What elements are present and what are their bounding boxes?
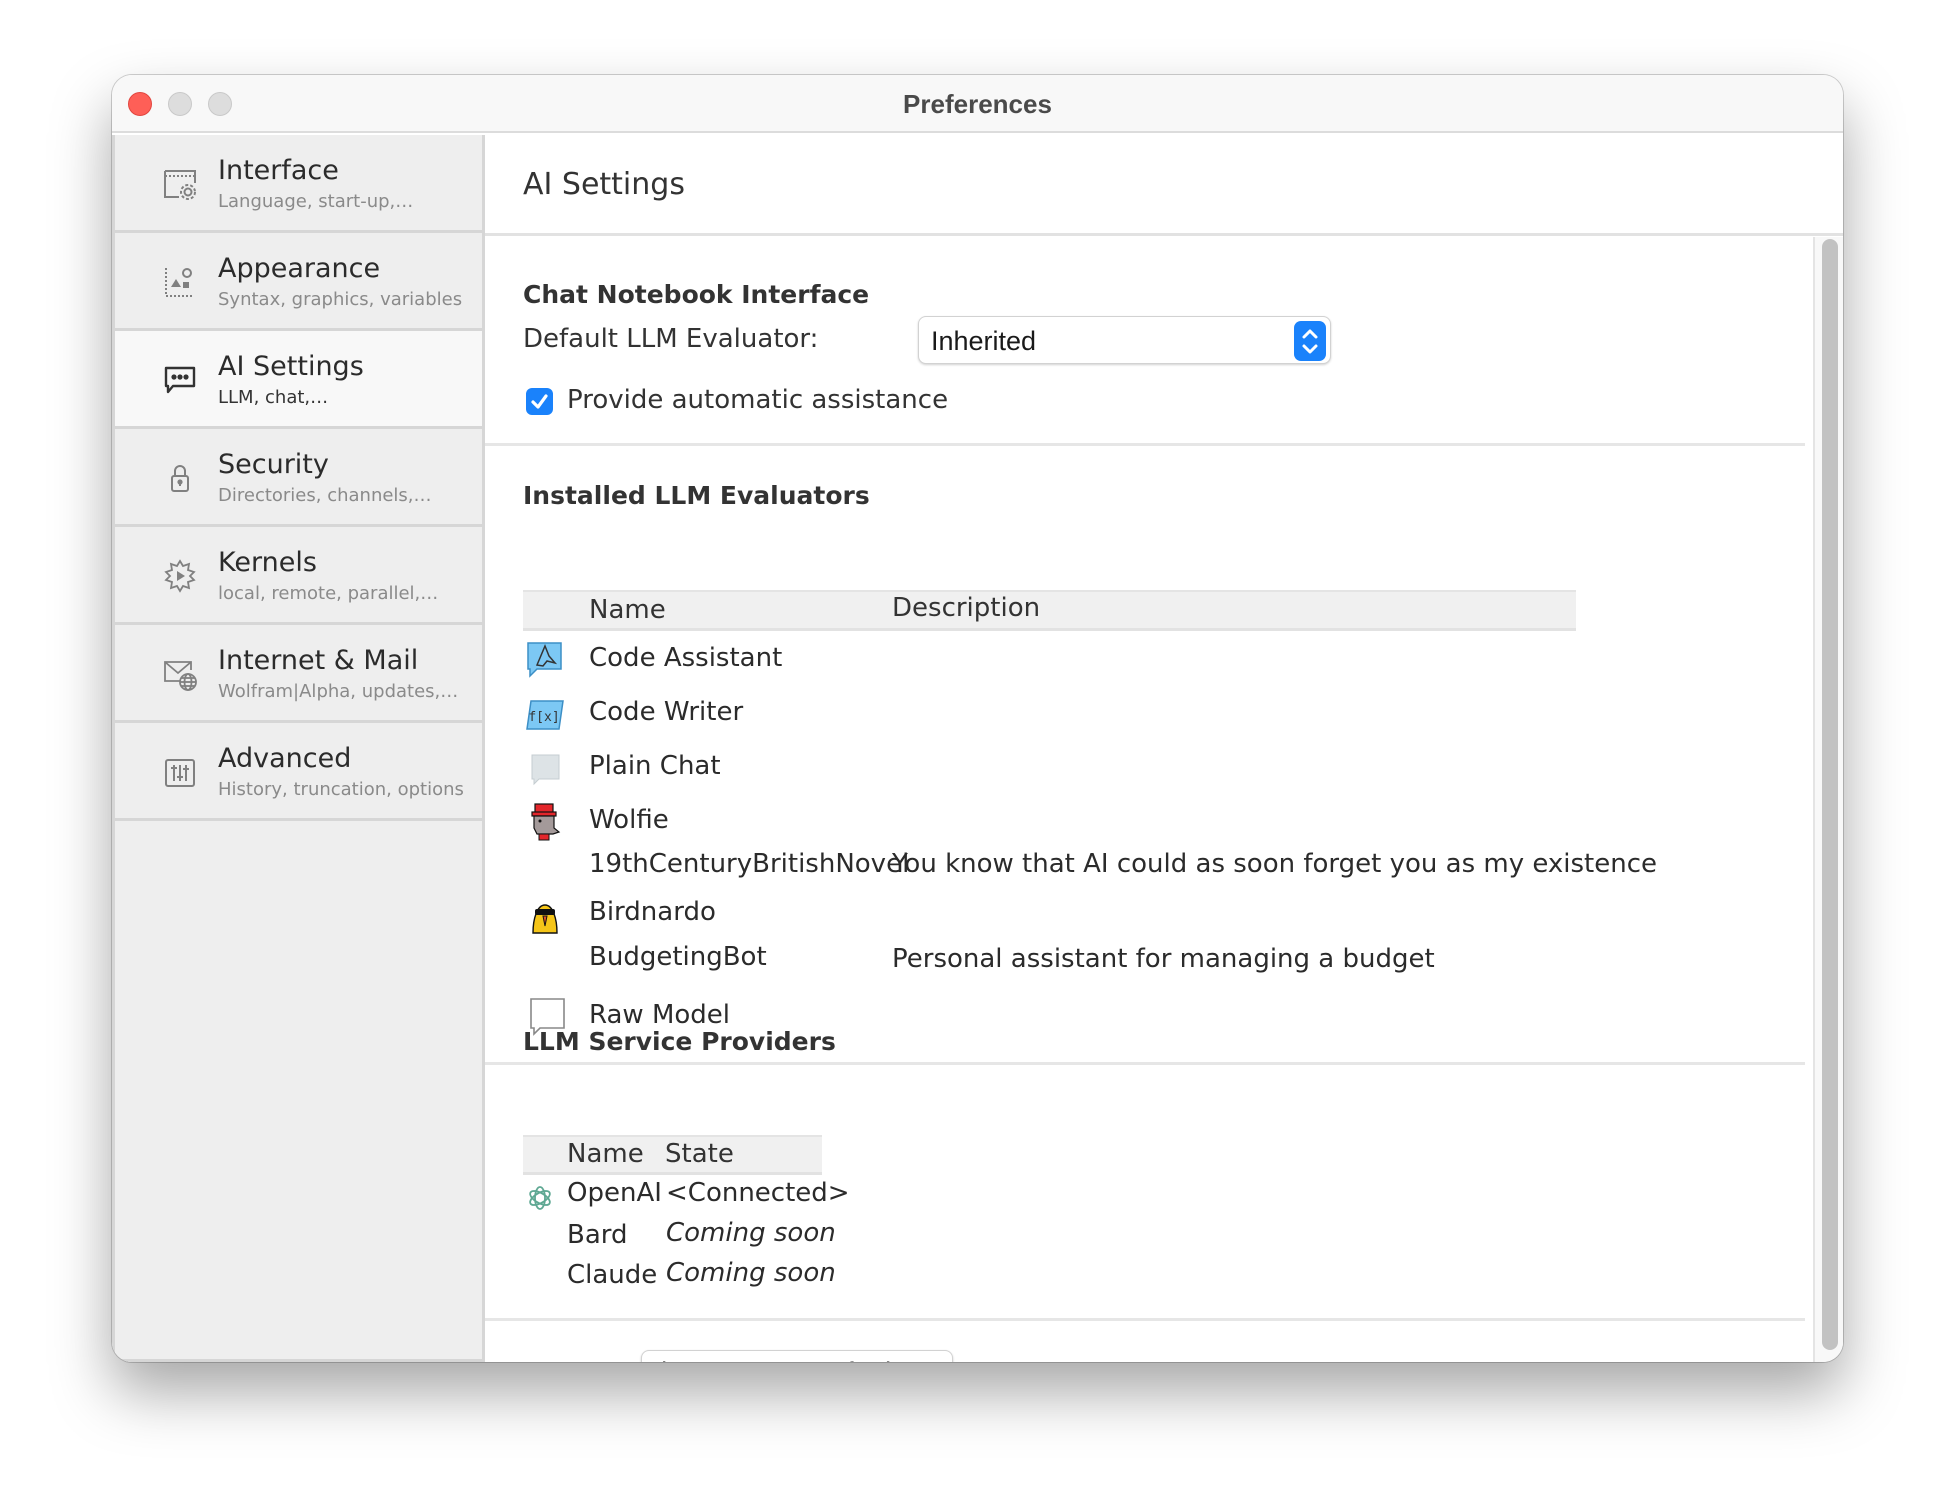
sidebar-item-subtitle: Wolfram|Alpha, updates,… <box>218 681 459 702</box>
providers-heading: LLM Service Providers <box>523 1027 836 1056</box>
evaluator-name: Birdnardo <box>589 897 716 927</box>
evaluator-name: Wolfie <box>589 805 669 835</box>
wolfie-icon <box>525 802 565 842</box>
sidebar-item-title: AI Settings <box>218 351 364 382</box>
graphics-shapes-icon <box>163 265 197 299</box>
evaluator-name: Code Assistant <box>589 643 783 673</box>
provider-state: Coming soon <box>666 1258 836 1288</box>
window-title: Preferences <box>903 89 1052 119</box>
column-header-name: Name <box>567 1139 644 1169</box>
sidebar-item-security[interactable]: Security Directories, channels,… <box>115 429 482 527</box>
evaluators-heading: Installed LLM Evaluators <box>523 481 870 510</box>
window-gear-icon <box>163 167 197 201</box>
checkmark-icon <box>531 394 548 409</box>
sidebar-item-subtitle: LLM, chat,… <box>218 387 329 408</box>
sliders-icon <box>163 755 197 789</box>
sidebar-item-subtitle: History, truncation, options <box>218 779 464 800</box>
code-writer-icon: f[x] <box>525 695 565 735</box>
evaluator-name: Code Writer <box>589 697 744 727</box>
sidebar-item-title: Interface <box>218 155 339 186</box>
provider-state: Coming soon <box>666 1218 836 1248</box>
evaluator-name: BudgetingBot <box>589 942 767 972</box>
chat-bubble-icon <box>163 363 197 397</box>
reset-arrow-icon <box>660 1359 686 1362</box>
sidebar-item-subtitle: Language, start-up,… <box>218 191 414 212</box>
section-divider <box>485 1318 1805 1321</box>
evaluator-description: Personal assistant for managing a budget <box>892 944 1435 974</box>
title-bar: Preferences <box>112 75 1843 133</box>
default-evaluator-dropdown[interactable]: Inherited <box>918 316 1331 364</box>
column-header-name: Name <box>589 595 666 625</box>
lock-icon <box>163 461 197 495</box>
evaluators-table-header: Name Description <box>523 590 1576 631</box>
sidebar-item-interface[interactable]: Interface Language, start-up,… <box>115 135 482 233</box>
section-divider <box>485 1062 1805 1065</box>
sidebar-item-subtitle: Directories, channels,… <box>218 485 432 506</box>
code-assistant-icon <box>525 640 565 680</box>
kernel-play-icon <box>163 559 197 593</box>
sidebar-item-advanced[interactable]: Advanced History, truncation, options <box>115 723 482 821</box>
reset-to-defaults-button[interactable]: Reset to Defaults… <box>641 1350 953 1362</box>
content-header: AI Settings <box>485 135 1843 236</box>
svg-text:f[x]: f[x] <box>528 710 559 725</box>
providers-table-header: Name State <box>523 1135 822 1175</box>
sidebar-item-title: Internet & Mail <box>218 645 419 676</box>
sidebar-item-title: Appearance <box>218 253 381 284</box>
sidebar-item-internet-mail[interactable]: Internet & Mail Wolfram|Alpha, updates,… <box>115 625 482 723</box>
mail-globe-icon <box>163 657 197 691</box>
openai-icon <box>524 1182 556 1214</box>
sidebar-item-title: Advanced <box>218 743 352 774</box>
column-header-description: Description <box>892 593 1041 623</box>
chevron-up-down-icon <box>1294 321 1326 361</box>
sidebar-item-title: Security <box>218 449 329 480</box>
auto-assist-label: Provide automatic assistance <box>567 385 949 415</box>
sidebar-item-ai-settings[interactable]: AI Settings LLM, chat,… <box>115 331 482 429</box>
provider-name: Claude <box>567 1260 658 1290</box>
section-divider <box>485 443 1805 446</box>
provider-name: OpenAI <box>567 1178 662 1208</box>
sidebar-item-subtitle: local, remote, parallel,… <box>218 583 439 604</box>
page-title: AI Settings <box>523 167 685 202</box>
evaluator-description: You know that AI could as soon forget yo… <box>892 849 1658 879</box>
evaluator-name: Raw Model <box>589 1000 731 1030</box>
provider-state: <Connected> <box>666 1178 850 1208</box>
reset-button-label: Reset to Defaults… <box>698 1357 941 1362</box>
preferences-window: Preferences Interface Language, start-up… <box>112 75 1843 1362</box>
settings-content: AI Settings Chat Notebook Interface Defa… <box>485 135 1843 1362</box>
plain-chat-icon <box>525 749 565 789</box>
sidebar: Interface Language, start-up,… Appearanc… <box>112 135 485 1362</box>
sidebar-item-title: Kernels <box>218 547 317 578</box>
sidebar-item-subtitle: Syntax, graphics, variables <box>218 289 463 310</box>
sidebar-item-kernels[interactable]: Kernels local, remote, parallel,… <box>115 527 482 625</box>
chat-notebook-heading: Chat Notebook Interface <box>523 280 870 309</box>
vertical-scrollbar[interactable] <box>1813 237 1843 1362</box>
sidebar-item-appearance[interactable]: Appearance Syntax, graphics, variables <box>115 233 482 331</box>
column-header-state: State <box>665 1139 734 1169</box>
birdnardo-icon <box>525 897 565 937</box>
evaluator-name: 19thCenturyBritishNovel <box>589 849 910 879</box>
auto-assist-checkbox[interactable] <box>526 388 553 415</box>
scrollbar-thumb[interactable] <box>1822 239 1838 1350</box>
default-evaluator-label: Default LLM Evaluator: <box>523 324 819 354</box>
evaluator-name: Plain Chat <box>589 751 721 781</box>
default-evaluator-value: Inherited <box>931 326 1037 356</box>
provider-name: Bard <box>567 1220 628 1250</box>
